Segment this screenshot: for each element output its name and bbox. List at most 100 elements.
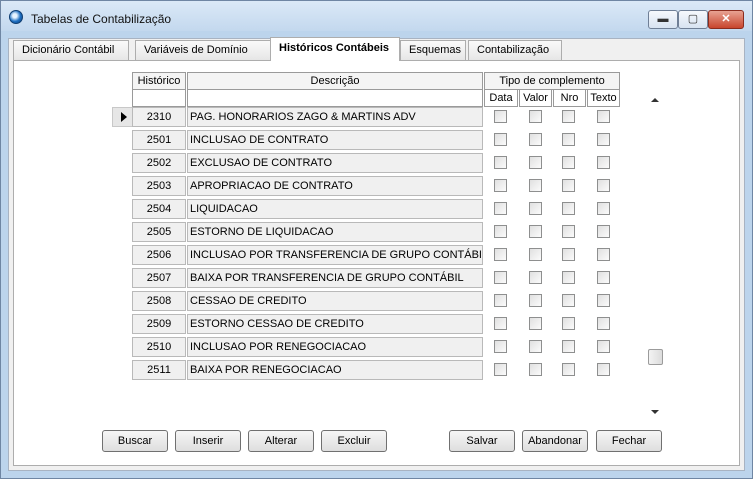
data-checkbox[interactable] xyxy=(494,294,507,307)
nro-checkbox[interactable] xyxy=(562,271,575,284)
texto-checkbox[interactable] xyxy=(597,110,610,123)
nro-checkbox[interactable] xyxy=(562,294,575,307)
historico-code-cell[interactable]: 2509 xyxy=(132,314,186,334)
descricao-cell[interactable]: CESSAO DE CREDITO xyxy=(187,291,483,311)
historico-code-cell[interactable]: 2508 xyxy=(132,291,186,311)
excluir-button[interactable]: Excluir xyxy=(321,430,387,452)
nro-checkbox[interactable] xyxy=(562,179,575,192)
tab-dicionario-contabil[interactable]: Dicionário Contábil xyxy=(13,40,129,60)
nro-checkbox[interactable] xyxy=(562,156,575,169)
data-checkbox[interactable] xyxy=(494,133,507,146)
historico-code-cell[interactable]: 2504 xyxy=(132,199,186,219)
descricao-cell[interactable]: INCLUSAO DE CONTRATO xyxy=(187,130,483,150)
abandonar-button[interactable]: Abandonar xyxy=(522,430,588,452)
valor-checkbox[interactable] xyxy=(529,110,542,123)
valor-checkbox[interactable] xyxy=(529,248,542,261)
historico-code-cell[interactable]: 2505 xyxy=(132,222,186,242)
scroll-down-icon[interactable] xyxy=(651,410,659,414)
texto-checkbox[interactable] xyxy=(597,179,610,192)
descricao-cell[interactable]: ESTORNO CESSAO DE CREDITO xyxy=(187,314,483,334)
valor-checkbox[interactable] xyxy=(529,317,542,330)
historico-code-cell[interactable]: 2506 xyxy=(132,245,186,265)
historico-code-cell[interactable]: 2507 xyxy=(132,268,186,288)
row-pointer-icon xyxy=(121,112,127,122)
header-texto[interactable]: Texto xyxy=(587,89,620,107)
tab-historicos-contabeis[interactable]: Históricos Contábeis xyxy=(270,37,400,61)
texto-checkbox[interactable] xyxy=(597,317,610,330)
texto-checkbox[interactable] xyxy=(597,271,610,284)
descricao-cell[interactable]: EXCLUSAO DE CONTRATO xyxy=(187,153,483,173)
descricao-cell[interactable]: BAIXA POR RENEGOCIACAO xyxy=(187,360,483,380)
data-checkbox[interactable] xyxy=(494,202,507,215)
texto-checkbox[interactable] xyxy=(597,156,610,169)
data-checkbox[interactable] xyxy=(494,179,507,192)
nro-checkbox[interactable] xyxy=(562,225,575,238)
valor-checkbox[interactable] xyxy=(529,294,542,307)
buscar-button[interactable]: Buscar xyxy=(102,430,168,452)
historico-code-cell[interactable]: 2310 xyxy=(132,107,186,127)
vertical-scrollbar[interactable] xyxy=(647,93,664,417)
fechar-button[interactable]: Fechar xyxy=(596,430,662,452)
tab-esquemas[interactable]: Esquemas xyxy=(400,40,466,60)
title-bar[interactable]: Tabelas de Contabilização ▬ ▢ ✕ xyxy=(1,1,752,31)
valor-checkbox[interactable] xyxy=(529,363,542,376)
scroll-up-icon[interactable] xyxy=(651,98,659,102)
descricao-cell[interactable]: APROPRIACAO DE CONTRATO xyxy=(187,176,483,196)
nro-checkbox[interactable] xyxy=(562,340,575,353)
minimize-button[interactable]: ▬ xyxy=(648,10,678,29)
valor-checkbox[interactable] xyxy=(529,271,542,284)
valor-checkbox[interactable] xyxy=(529,340,542,353)
historico-code-cell[interactable]: 2511 xyxy=(132,360,186,380)
texto-checkbox[interactable] xyxy=(597,225,610,238)
tab-contabilizacao[interactable]: Contabilização xyxy=(468,40,562,60)
header-descricao[interactable]: Descrição xyxy=(187,72,483,90)
historico-code-cell[interactable]: 2510 xyxy=(132,337,186,357)
data-checkbox[interactable] xyxy=(494,363,507,376)
nro-checkbox[interactable] xyxy=(562,363,575,376)
nro-checkbox[interactable] xyxy=(562,202,575,215)
data-checkbox[interactable] xyxy=(494,225,507,238)
tab-variaveis-dominio[interactable]: Variáveis de Domínio xyxy=(135,40,271,60)
descricao-cell[interactable]: INCLUSAO POR RENEGOCIACAO xyxy=(187,337,483,357)
header-data[interactable]: Data xyxy=(484,89,518,107)
header-historico[interactable]: Histórico xyxy=(132,72,186,90)
descricao-cell[interactable]: BAIXA POR TRANSFERENCIA DE GRUPO CONTÁBI… xyxy=(187,268,483,288)
data-checkbox[interactable] xyxy=(494,271,507,284)
data-checkbox[interactable] xyxy=(494,156,507,169)
data-checkbox[interactable] xyxy=(494,110,507,123)
data-checkbox[interactable] xyxy=(494,317,507,330)
texto-checkbox[interactable] xyxy=(597,294,610,307)
historico-code-cell[interactable]: 2503 xyxy=(132,176,186,196)
texto-checkbox[interactable] xyxy=(597,248,610,261)
nro-checkbox[interactable] xyxy=(562,110,575,123)
maximize-button[interactable]: ▢ xyxy=(678,10,708,29)
texto-checkbox[interactable] xyxy=(597,363,610,376)
valor-checkbox[interactable] xyxy=(529,225,542,238)
texto-checkbox[interactable] xyxy=(597,133,610,146)
historico-code-cell[interactable]: 2502 xyxy=(132,153,186,173)
data-checkbox[interactable] xyxy=(494,248,507,261)
header-nro[interactable]: Nro xyxy=(553,89,586,107)
window-title: Tabelas de Contabilização xyxy=(31,12,172,26)
descricao-cell[interactable]: PAG. HONORARIOS ZAGO & MARTINS ADV xyxy=(187,107,483,127)
salvar-button[interactable]: Salvar xyxy=(449,430,515,452)
scroll-thumb[interactable] xyxy=(648,349,663,365)
historico-code-cell[interactable]: 2501 xyxy=(132,130,186,150)
descricao-cell[interactable]: INCLUSAO POR TRANSFERENCIA DE GRUPO CONT… xyxy=(187,245,483,265)
valor-checkbox[interactable] xyxy=(529,202,542,215)
data-checkbox[interactable] xyxy=(494,340,507,353)
header-valor[interactable]: Valor xyxy=(519,89,552,107)
valor-checkbox[interactable] xyxy=(529,179,542,192)
descricao-cell[interactable]: LIQUIDACAO xyxy=(187,199,483,219)
nro-checkbox[interactable] xyxy=(562,317,575,330)
texto-checkbox[interactable] xyxy=(597,202,610,215)
nro-checkbox[interactable] xyxy=(562,248,575,261)
texto-checkbox[interactable] xyxy=(597,340,610,353)
nro-checkbox[interactable] xyxy=(562,133,575,146)
inserir-button[interactable]: Inserir xyxy=(175,430,241,452)
alterar-button[interactable]: Alterar xyxy=(248,430,314,452)
descricao-cell[interactable]: ESTORNO DE LIQUIDACAO xyxy=(187,222,483,242)
valor-checkbox[interactable] xyxy=(529,133,542,146)
valor-checkbox[interactable] xyxy=(529,156,542,169)
close-button[interactable]: ✕ xyxy=(708,10,744,29)
